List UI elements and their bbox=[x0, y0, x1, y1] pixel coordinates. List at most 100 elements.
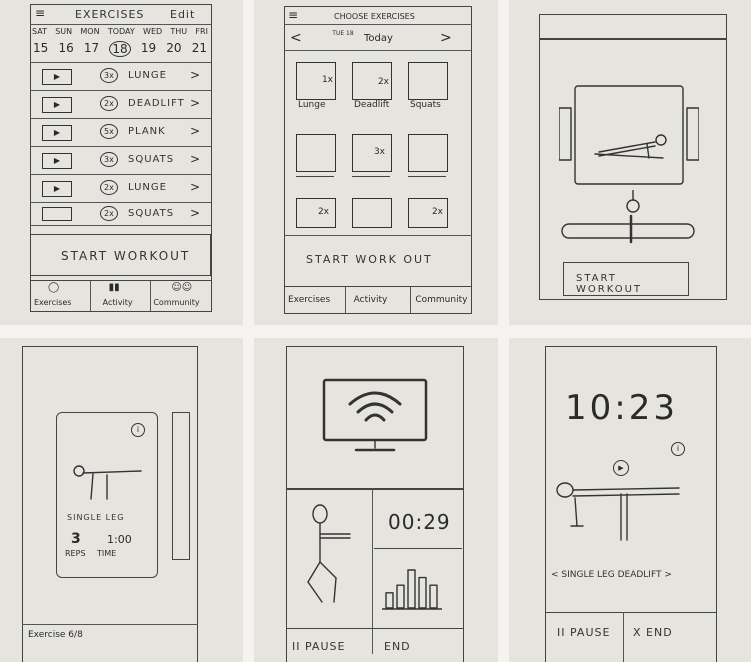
day-label: FRI bbox=[195, 27, 208, 36]
item-underline bbox=[352, 176, 390, 177]
exercise-thumbnail: 2x bbox=[296, 198, 336, 228]
date-item[interactable]: 15 bbox=[33, 41, 48, 57]
day-label: WED bbox=[143, 27, 163, 36]
control-divider bbox=[545, 612, 717, 613]
chevron-right-icon: > bbox=[190, 124, 201, 138]
list-item[interactable]: ▶ 5x PLANK > bbox=[30, 118, 211, 146]
plank-figure-icon bbox=[594, 134, 667, 159]
people-icon: ☺☺ bbox=[171, 282, 193, 293]
chevron-left-icon[interactable]: < bbox=[290, 30, 302, 46]
squat-figure-icon bbox=[307, 504, 351, 603]
date-item[interactable]: 21 bbox=[192, 41, 207, 57]
exercise-thumbnail bbox=[296, 134, 336, 172]
date-item[interactable]: 16 bbox=[58, 41, 73, 57]
info-icon[interactable]: i bbox=[131, 423, 145, 437]
video-thumbnail-icon bbox=[42, 207, 72, 221]
card-frame bbox=[574, 85, 684, 185]
end-button[interactable]: X END bbox=[633, 626, 673, 639]
date-item[interactable]: 19 bbox=[141, 41, 156, 57]
tab-community[interactable]: ☺☺ Community bbox=[151, 281, 211, 311]
grid-item[interactable]: 2x Deadlift bbox=[352, 62, 408, 114]
reps-badge: 2x bbox=[100, 206, 118, 221]
header-title: CHOOSE EXERCISES bbox=[334, 12, 415, 21]
start-workout-button[interactable]: START WORKOUT bbox=[30, 234, 211, 276]
grid-item-label: Squats bbox=[410, 100, 441, 110]
tab-exercises[interactable]: ◯ Exercises bbox=[30, 281, 91, 311]
footer-divider bbox=[22, 624, 198, 625]
exercise-name: DEADLIFT bbox=[128, 98, 185, 109]
exercise-name: SQUATS bbox=[128, 154, 175, 165]
count-badge: 1x bbox=[321, 75, 333, 85]
date-item-selected[interactable]: 18 bbox=[109, 41, 131, 57]
video-thumbnail-icon: ▶ bbox=[42, 153, 72, 169]
grid-item-label: Deadlift bbox=[354, 100, 390, 110]
reps-badge: 5x bbox=[100, 124, 118, 139]
grid-item[interactable]: 3x bbox=[352, 134, 408, 178]
control-column-divider bbox=[623, 612, 624, 662]
sketch-workout-timer: 10:23 i ▶ < SINGLE LEG DEADLIFT > II PAU… bbox=[509, 338, 751, 662]
tab-bar: ◯ Exercises ▮▮ Activity ☺☺ Community bbox=[30, 280, 211, 311]
grid-item[interactable]: Squats bbox=[408, 62, 464, 114]
activity-bar-chart bbox=[382, 569, 442, 610]
day-label: MON bbox=[80, 27, 100, 36]
sketch-exercise-detail: i SINGLE LEG 3 1:00 REPS TIME Exercise 6… bbox=[0, 338, 243, 662]
chevron-right-icon[interactable]: > bbox=[440, 30, 452, 46]
list-item[interactable]: ▶ 2x DEADLIFT > bbox=[30, 90, 211, 118]
start-workout-button[interactable]: START WORKOUT bbox=[563, 262, 689, 296]
list-item[interactable]: ▶ 3x LUNGE > bbox=[30, 62, 211, 90]
exercise-thumbnail: 2x bbox=[408, 198, 448, 228]
reps-badge: 2x bbox=[100, 96, 118, 111]
end-button[interactable]: END bbox=[384, 640, 411, 653]
tab-activity[interactable]: ▮▮ Activity bbox=[91, 281, 152, 311]
pause-button[interactable]: II PAUSE bbox=[557, 626, 610, 639]
info-icon[interactable] bbox=[623, 190, 643, 216]
day-label: THU bbox=[170, 27, 188, 36]
exercise-progress-label: Exercise 6/8 bbox=[28, 630, 83, 640]
start-workout-label: START WORKOUT bbox=[576, 273, 643, 295]
section-divider bbox=[286, 488, 464, 490]
exercise-thumbnail: 2x bbox=[352, 62, 392, 100]
reps-badge: 3x bbox=[100, 68, 118, 83]
progress-slider[interactable] bbox=[559, 214, 699, 244]
tab-activity[interactable]: Activity bbox=[346, 287, 412, 313]
exercise-carousel-label[interactable]: < SINGLE LEG DEADLIFT > bbox=[551, 570, 672, 580]
deadlift-figure-icon bbox=[556, 482, 680, 541]
pause-button[interactable]: II PAUSE bbox=[292, 640, 345, 653]
timer-display: 00:29 bbox=[388, 510, 451, 534]
start-workout-label: START WORKOUT bbox=[61, 249, 191, 263]
list-item[interactable]: 2x SQUATS > bbox=[30, 202, 211, 226]
exercise-card[interactable] bbox=[559, 80, 699, 190]
exercise-name: LUNGE bbox=[128, 182, 167, 193]
reps-badge: 2x bbox=[100, 180, 118, 195]
grid-item[interactable]: 1x Lunge bbox=[296, 62, 352, 114]
grid-item[interactable] bbox=[296, 134, 352, 178]
sketch-cast-workout: 00:29 II PAUSE END bbox=[254, 338, 498, 662]
day-label: SUN bbox=[55, 27, 73, 36]
list-item[interactable]: ▶ 2x LUNGE > bbox=[30, 174, 211, 202]
tab-exercises[interactable]: Exercises bbox=[284, 287, 346, 313]
activity-bar bbox=[385, 592, 394, 609]
exercise-thumbnail bbox=[408, 134, 448, 172]
video-thumbnail-icon: ▶ bbox=[42, 69, 72, 85]
header-divider bbox=[284, 24, 472, 25]
timer-display: 10:23 bbox=[565, 388, 678, 428]
date-item[interactable]: 17 bbox=[84, 41, 99, 57]
play-icon[interactable]: ▶ bbox=[613, 460, 629, 476]
menu-icon[interactable]: ≡ bbox=[288, 8, 298, 22]
info-icon[interactable]: i bbox=[671, 442, 685, 456]
tab-community[interactable]: Community bbox=[411, 287, 472, 313]
grid-item[interactable] bbox=[408, 134, 464, 178]
exercises-tab-icon: ◯ bbox=[48, 282, 60, 293]
count-badge: 2x bbox=[377, 77, 389, 87]
exercise-thumbnail bbox=[352, 198, 392, 228]
top-bar-divider bbox=[539, 38, 727, 40]
menu-icon[interactable]: ≡ bbox=[35, 6, 45, 20]
date-item[interactable]: 20 bbox=[166, 41, 181, 57]
edit-button[interactable]: Edit bbox=[170, 8, 195, 21]
exercise-card[interactable]: i SINGLE LEG 3 1:00 REPS TIME bbox=[56, 412, 158, 578]
date-small-label: TUE 18 bbox=[332, 30, 354, 37]
exercise-name: PLANK bbox=[128, 126, 166, 137]
start-workout-button[interactable]: START WORK OUT bbox=[306, 253, 433, 266]
time-label: TIME bbox=[97, 549, 117, 558]
list-item[interactable]: ▶ 3x SQUATS > bbox=[30, 146, 211, 174]
